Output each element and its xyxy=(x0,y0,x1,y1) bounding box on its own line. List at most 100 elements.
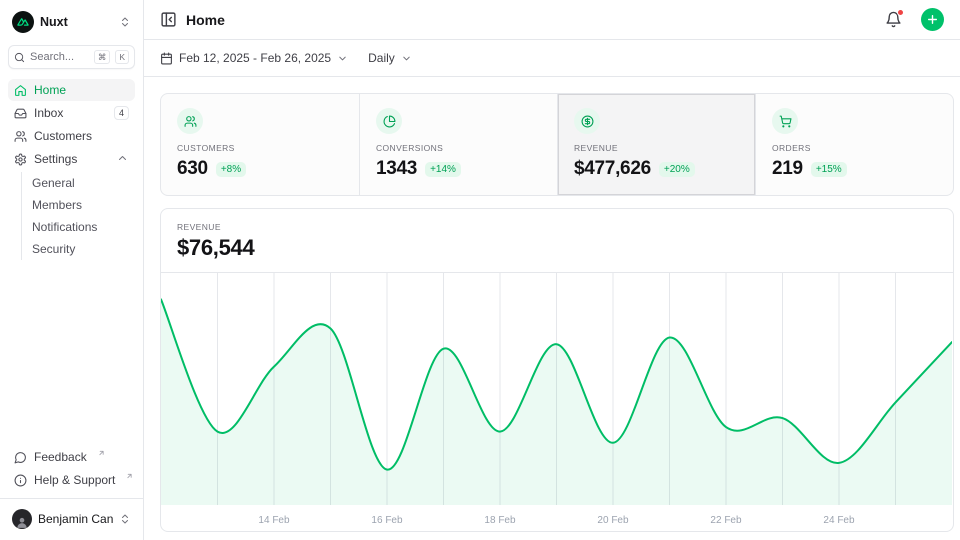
stat-revenue[interactable]: REVENUE $477,626 +20% xyxy=(557,94,755,195)
circle-dollar-icon xyxy=(574,108,600,134)
revenue-area-chart[interactable]: 14 Feb 16 Feb 18 Feb 20 Feb 22 Feb 24 Feb xyxy=(161,273,953,531)
sidebar-item-label: Home xyxy=(34,83,129,97)
inbox-count-badge: 4 xyxy=(114,106,129,120)
pie-chart-icon xyxy=(376,108,402,134)
sidebar-item-customers[interactable]: Customers xyxy=(8,125,135,147)
svg-text:18 Feb: 18 Feb xyxy=(484,515,516,526)
workspace-name: Nuxt xyxy=(40,15,113,29)
info-circle-icon xyxy=(14,474,27,487)
stat-delta-badge: +20% xyxy=(659,162,695,177)
home-icon xyxy=(14,84,27,97)
stat-orders[interactable]: ORDERS 219 +15% xyxy=(755,94,953,195)
chart-header: REVENUE $76,544 xyxy=(161,209,953,273)
shopping-cart-icon xyxy=(772,108,798,134)
svg-text:24 Feb: 24 Feb xyxy=(823,515,855,526)
stat-value: 1343 xyxy=(376,158,417,180)
user-name: Benjamin Canac xyxy=(38,512,113,526)
sidebar-item-label: Settings xyxy=(34,152,109,166)
stat-label: CONVERSIONS xyxy=(376,143,541,153)
sidebar-item-settings[interactable]: Settings xyxy=(8,148,135,170)
search-input[interactable]: Search... ⌘ K xyxy=(8,45,135,69)
content-area: CUSTOMERS 630 +8% CONVERSIONS 1343 +14% xyxy=(144,77,960,540)
plus-icon xyxy=(926,13,939,26)
settings-subnav: General Members Notifications Security xyxy=(21,172,135,260)
user-menu[interactable]: Benjamin Canac xyxy=(8,506,135,532)
period-select[interactable]: Daily xyxy=(368,51,412,65)
stat-delta-badge: +14% xyxy=(425,162,461,177)
chart-title: REVENUE xyxy=(177,222,937,232)
stat-conversions[interactable]: CONVERSIONS 1343 +14% xyxy=(359,94,557,195)
sidebar-item-label: Security xyxy=(32,242,129,256)
sidebar-item-label: Customers xyxy=(34,129,129,143)
main-panel: Home Feb 12, 2025 - Feb 26, 2025 Daily xyxy=(144,0,960,540)
stat-delta-badge: +15% xyxy=(811,162,847,177)
external-link-icon xyxy=(122,473,136,487)
sidebar-item-label: Help & Support xyxy=(34,473,115,487)
svg-text:16 Feb: 16 Feb xyxy=(371,515,403,526)
kbd-key: K xyxy=(115,50,129,64)
sidebar-item-inbox[interactable]: Inbox 4 xyxy=(8,102,135,124)
chevron-down-icon xyxy=(401,53,412,64)
sidebar: Nuxt Search... ⌘ K Home Inbox 4 Cust xyxy=(0,0,144,540)
sidebar-nav: Home Inbox 4 Customers Settings Gener xyxy=(8,79,135,261)
avatar xyxy=(12,509,32,529)
page-title: Home xyxy=(186,12,876,28)
sidebar-spacer xyxy=(8,261,135,446)
nuxt-logo-icon xyxy=(12,11,34,33)
users-icon xyxy=(14,130,27,143)
search-icon xyxy=(14,52,25,63)
chevrons-up-down-icon xyxy=(119,513,131,525)
notifications-button[interactable] xyxy=(885,11,902,28)
sidebar-item-general[interactable]: General xyxy=(22,172,135,194)
calendar-icon xyxy=(160,52,173,65)
gear-icon xyxy=(14,153,27,166)
collapse-sidebar-button[interactable] xyxy=(160,11,177,28)
sidebar-item-label: Notifications xyxy=(32,220,129,234)
sidebar-footer-nav: Feedback Help & Support xyxy=(8,446,135,491)
filter-toolbar: Feb 12, 2025 - Feb 26, 2025 Daily xyxy=(144,40,960,77)
sidebar-item-label: Members xyxy=(32,198,129,212)
message-bubble-icon xyxy=(14,451,27,464)
stat-value: 219 xyxy=(772,158,803,180)
chevron-down-icon xyxy=(337,53,348,64)
sidebar-item-feedback[interactable]: Feedback xyxy=(8,446,135,468)
sidebar-item-help-support[interactable]: Help & Support xyxy=(8,469,135,491)
chart-current-value: $76,544 xyxy=(177,235,937,261)
period-label: Daily xyxy=(368,51,395,65)
stat-label: REVENUE xyxy=(574,143,739,153)
svg-text:14 Feb: 14 Feb xyxy=(258,515,290,526)
add-button[interactable] xyxy=(921,8,944,31)
sidebar-item-label: Feedback xyxy=(34,450,87,464)
app-window: Nuxt Search... ⌘ K Home Inbox 4 Cust xyxy=(0,0,960,540)
date-range-label: Feb 12, 2025 - Feb 26, 2025 xyxy=(179,51,331,65)
stat-label: CUSTOMERS xyxy=(177,143,343,153)
panel-left-close-icon xyxy=(160,11,177,28)
revenue-chart-card: REVENUE $76,544 14 Feb 16 Feb 18 Feb 20 Feb… xyxy=(160,208,954,532)
inbox-icon xyxy=(14,107,27,120)
stats-row: CUSTOMERS 630 +8% CONVERSIONS 1343 +14% xyxy=(160,93,954,196)
stat-customers[interactable]: CUSTOMERS 630 +8% xyxy=(161,94,359,195)
kbd-meta: ⌘ xyxy=(94,50,111,64)
search-placeholder: Search... xyxy=(30,51,89,63)
sidebar-item-members[interactable]: Members xyxy=(22,194,135,216)
stat-label: ORDERS xyxy=(772,143,937,153)
chevron-up-icon xyxy=(116,152,129,167)
sidebar-item-label: General xyxy=(32,176,129,190)
stat-value: 630 xyxy=(177,158,208,180)
chevrons-up-down-icon xyxy=(119,16,131,28)
stat-delta-badge: +8% xyxy=(216,162,246,177)
workspace-switcher[interactable]: Nuxt xyxy=(8,8,135,36)
top-header: Home xyxy=(144,0,960,40)
sidebar-item-home[interactable]: Home xyxy=(8,79,135,101)
svg-text:22 Feb: 22 Feb xyxy=(710,515,742,526)
users-icon xyxy=(177,108,203,134)
stat-value: $477,626 xyxy=(574,158,651,180)
notification-dot xyxy=(897,9,904,16)
external-link-icon xyxy=(94,450,108,464)
sidebar-divider xyxy=(0,498,143,499)
sidebar-item-security[interactable]: Security xyxy=(22,238,135,260)
sidebar-item-label: Inbox xyxy=(34,106,107,120)
sidebar-item-notifications[interactable]: Notifications xyxy=(22,216,135,238)
date-range-picker[interactable]: Feb 12, 2025 - Feb 26, 2025 xyxy=(160,51,348,65)
svg-text:20 Feb: 20 Feb xyxy=(597,515,629,526)
